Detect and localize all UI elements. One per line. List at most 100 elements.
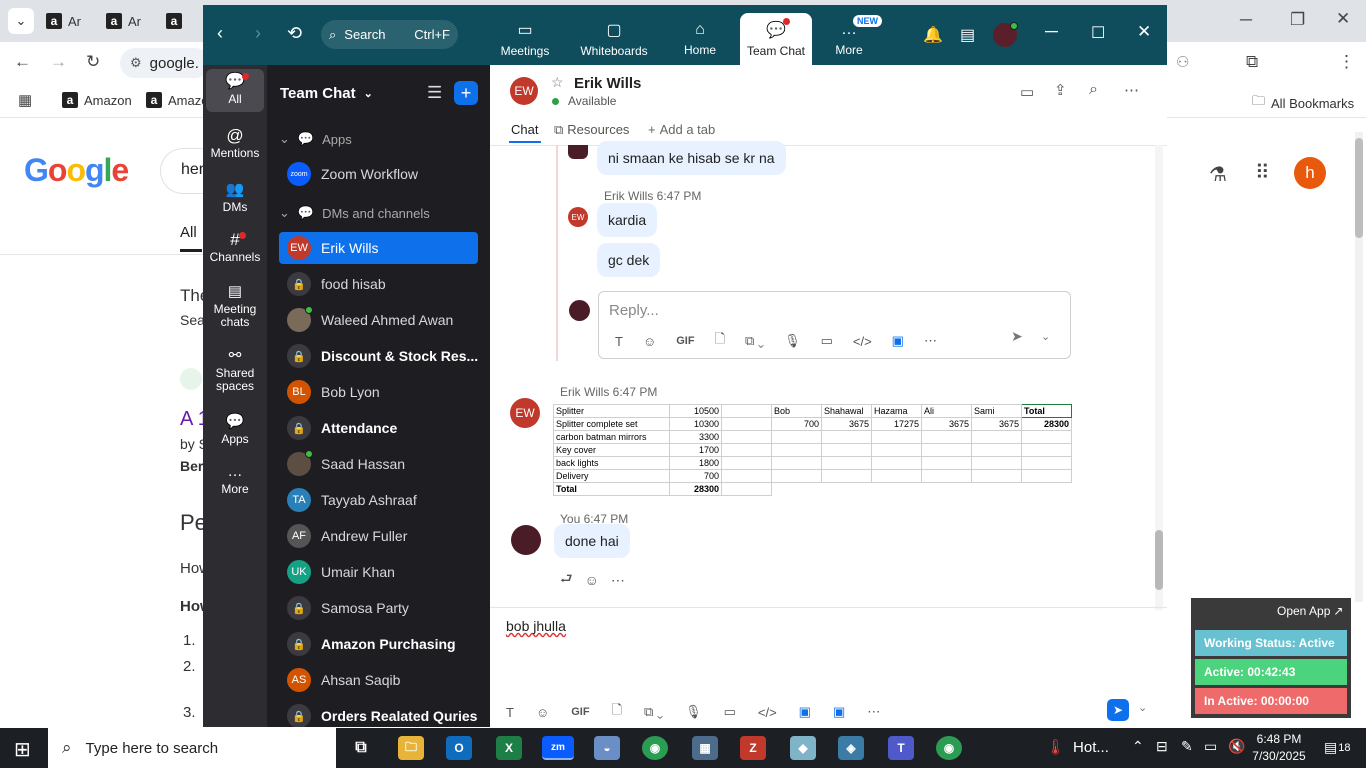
forward-arrow-icon[interactable]: ›: [255, 23, 261, 44]
site-info-icon[interactable]: ⚙: [130, 55, 142, 71]
close-icon[interactable]: ✕: [1336, 9, 1350, 29]
browser-tab[interactable]: a Ar: [106, 8, 141, 34]
labs-flask-icon[interactable]: ⚗: [1209, 162, 1227, 187]
bookmark-item[interactable]: a Amazon: [62, 92, 132, 108]
gif-button[interactable]: GIF: [676, 335, 694, 347]
list-item[interactable]: 🔒 food hisab: [279, 268, 478, 300]
tab-chat[interactable]: Chat: [511, 122, 538, 137]
notification-center[interactable]: ▤ 18: [1324, 739, 1350, 756]
rail-channels[interactable]: # Channels: [206, 231, 264, 264]
compose-input[interactable]: bob jhulla: [506, 618, 566, 634]
scrollbar[interactable]: [1355, 132, 1363, 602]
list-item[interactable]: Saad Hassan: [279, 448, 478, 480]
message-bubble[interactable]: done hai: [554, 524, 630, 558]
rail-meeting-chats[interactable]: ▤ Meeting chats: [206, 284, 264, 329]
app-icon[interactable]: ◈: [838, 736, 864, 760]
chat-scrollbar[interactable]: [1155, 145, 1163, 610]
video-clip-icon[interactable]: ▭: [821, 333, 833, 349]
video-clip-icon[interactable]: ▭: [724, 704, 736, 720]
screenshot-icon[interactable]: ⧉ ⌄: [745, 333, 764, 349]
list-item[interactable]: UK Umair Khan: [279, 556, 478, 588]
send-icon[interactable]: ➤: [1011, 328, 1023, 345]
section-dms[interactable]: ⌄ 💬 DMs and channels: [279, 205, 430, 221]
restore-icon[interactable]: ❐: [1290, 10, 1305, 30]
list-item[interactable]: 🔒 Attendance: [279, 412, 478, 444]
chevron-down-icon[interactable]: ⌄: [1041, 330, 1050, 343]
weather-widget[interactable]: 🌡 Hot...: [1046, 738, 1109, 757]
zoom-taskbar-icon[interactable]: zm: [542, 736, 574, 760]
star-icon[interactable]: ☆: [551, 74, 564, 91]
message-bubble[interactable]: kardia: [597, 203, 658, 237]
nav-whiteboards[interactable]: ▢ Whiteboards: [577, 13, 651, 65]
browser-tab[interactable]: a Ar: [46, 8, 81, 34]
team-chat-header[interactable]: Team Chat ⌄: [280, 85, 373, 102]
rail-all[interactable]: 💬 All: [206, 69, 264, 112]
file-icon[interactable]: 🗋: [715, 330, 725, 352]
maximize-icon[interactable]: ☐: [1091, 23, 1105, 43]
chrome-icon[interactable]: ◉: [642, 736, 668, 760]
google-logo[interactable]: Google: [24, 152, 129, 189]
reload-icon[interactable]: ↻: [86, 52, 100, 72]
reply-icon[interactable]: ⮐: [560, 568, 573, 592]
tab-resources[interactable]: ⧉ Resources: [554, 122, 629, 138]
rail-dms[interactable]: 👥 DMs: [206, 182, 264, 214]
history-icon[interactable]: ⟲: [287, 23, 302, 44]
message-bubble[interactable]: gc dek: [597, 243, 661, 277]
contact-avatar[interactable]: EW: [510, 77, 538, 105]
text-format-icon[interactable]: T: [615, 334, 623, 349]
more-dots-icon[interactable]: ⋯: [924, 333, 937, 349]
reply-input[interactable]: Reply...: [609, 302, 659, 319]
app-icon[interactable]: ◆: [790, 736, 816, 760]
add-reaction-icon[interactable]: ☺: [585, 572, 599, 588]
kebab-menu-icon[interactable]: ⋮: [1338, 52, 1355, 72]
rail-apps[interactable]: 💬 Apps: [206, 414, 264, 446]
emoji-icon[interactable]: ☺: [643, 334, 656, 349]
address-bar[interactable]: ⚙ google.: [120, 48, 210, 78]
excel-icon[interactable]: X: [496, 736, 522, 760]
gif-button[interactable]: GIF: [571, 706, 589, 718]
filter-icon[interactable]: ☰: [427, 83, 442, 103]
list-item[interactable]: 🔒 Discount & Stock Res...: [279, 340, 478, 372]
nav-meetings[interactable]: ▭ Meetings: [489, 13, 561, 65]
outlook-icon[interactable]: O: [446, 736, 472, 760]
rail-shared-spaces[interactable]: ⚯ Shared spaces: [206, 348, 264, 393]
compose-plus-button[interactable]: +: [454, 81, 478, 105]
chevron-down-icon[interactable]: ⌄: [1138, 701, 1147, 714]
reply-box[interactable]: Reply... T ☺ GIF 🗋 ⧉ ⌄ 🎙 ▭ </> ▣ ⋯ ➤ ⌄: [598, 291, 1071, 359]
list-item[interactable]: BL Bob Lyon: [279, 376, 478, 408]
close-icon[interactable]: ✕: [1137, 22, 1151, 42]
spreadsheet-image[interactable]: Splitter 10500 Splitter complete set 10300…: [553, 404, 1075, 496]
contact-name[interactable]: Erik Wills: [574, 75, 641, 92]
list-item[interactable]: AF Andrew Fuller: [279, 520, 478, 552]
forward-arrow-icon[interactable]: →: [50, 52, 67, 72]
puzzle-icon[interactable]: ⧉: [1246, 52, 1258, 72]
nav-home[interactable]: ⌂ Home: [664, 13, 736, 65]
list-item[interactable]: TA Tayyab Ashraaf: [279, 484, 478, 516]
task-view-icon[interactable]: ⧉: [348, 736, 374, 760]
list-item[interactable]: AS Ahsan Saqib: [279, 664, 478, 696]
file-icon[interactable]: 🗋: [612, 701, 622, 723]
nav-more[interactable]: … NEW More: [813, 13, 885, 65]
minimize-icon[interactable]: ─: [1240, 10, 1252, 30]
filezilla-icon[interactable]: Z: [740, 736, 766, 760]
list-item[interactable]: Waleed Ahmed Awan: [279, 304, 478, 336]
all-bookmarks[interactable]: 🗀 All Bookmarks: [1252, 92, 1354, 114]
code-icon[interactable]: </>: [758, 705, 777, 720]
calendar-icon[interactable]: ▤: [960, 25, 975, 45]
zoom-search[interactable]: ⌕ Search Ctrl+F: [321, 20, 458, 49]
ethernet-icon[interactable]: ▭: [1204, 738, 1217, 755]
apps-grid-icon[interactable]: ⠿: [1255, 160, 1270, 185]
chrome-icon[interactable]: ◉: [936, 736, 962, 760]
tab-add[interactable]: + Add a tab: [648, 122, 715, 137]
nav-team-chat[interactable]: 💬 Team Chat: [740, 13, 812, 65]
pen-icon[interactable]: ✎: [1181, 738, 1193, 755]
taskbar-search[interactable]: ⌕ Type here to search: [48, 728, 336, 768]
rail-more[interactable]: … More: [206, 464, 264, 496]
user-avatar[interactable]: [993, 22, 1018, 47]
network-icon[interactable]: ⊟: [1156, 738, 1168, 755]
list-item[interactable]: 🔒 Samosa Party: [279, 592, 478, 624]
google-tab-all[interactable]: All: [180, 224, 197, 241]
back-arrow-icon[interactable]: ←: [14, 52, 31, 72]
more-dots-icon[interactable]: ⋯: [1124, 81, 1139, 99]
more-dots-icon[interactable]: ⋯: [611, 572, 625, 589]
